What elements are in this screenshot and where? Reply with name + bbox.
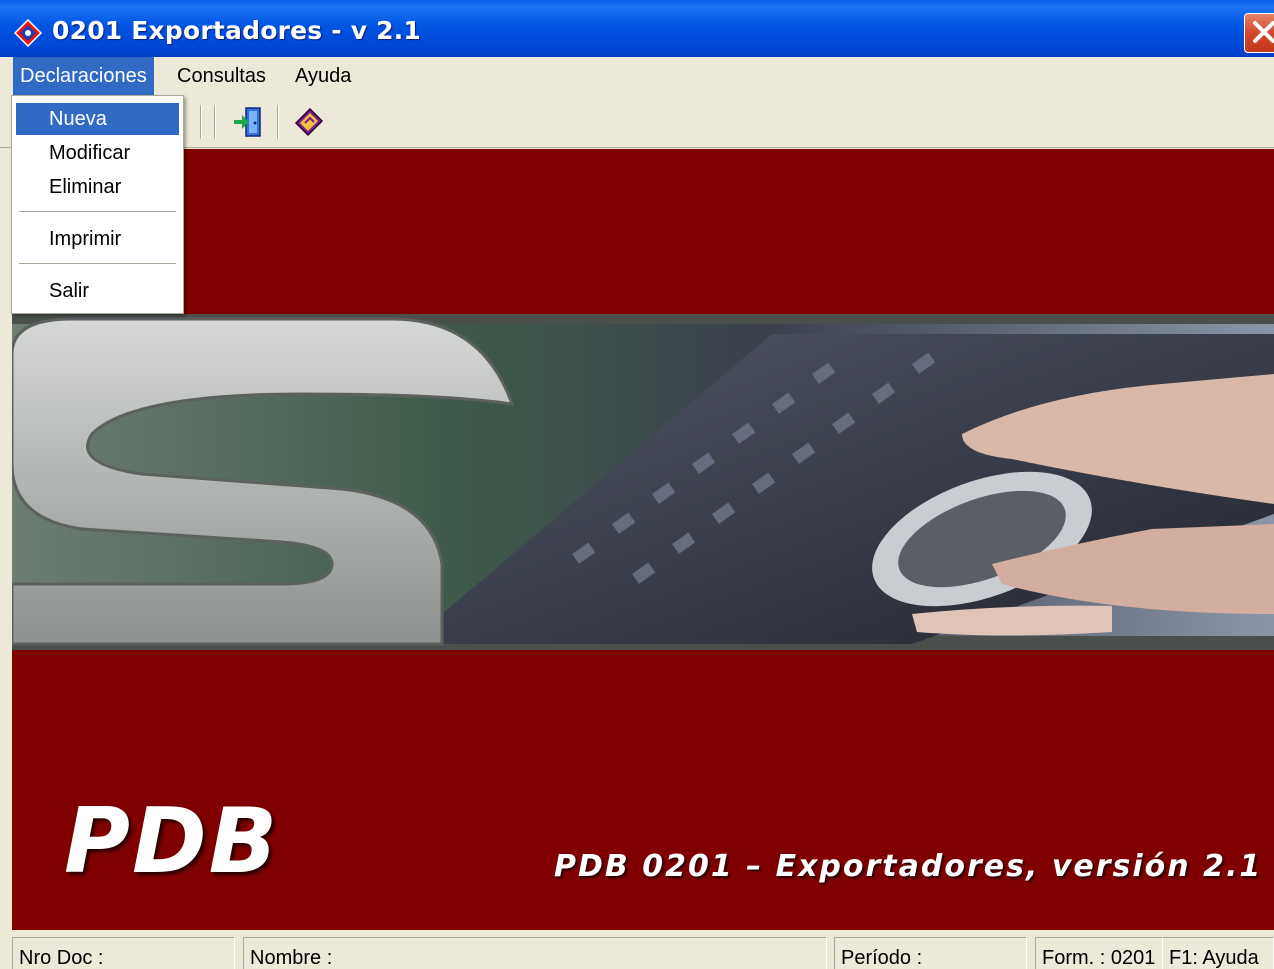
splash-tagline: PDB 0201 – Exportadores, versión 2.1 xyxy=(554,849,1263,884)
status-nombre: Nombre : xyxy=(243,937,827,969)
toolbar-separator xyxy=(277,105,279,139)
exit-door-icon xyxy=(234,107,261,137)
toolbar-separator xyxy=(200,105,202,139)
title-bar[interactable]: 0201 Exportadores - v 2.1 xyxy=(0,0,1274,57)
menu-item-nueva[interactable]: Nueva xyxy=(16,103,179,135)
help-book-icon xyxy=(294,107,324,137)
status-form: Form. : 0201 xyxy=(1035,937,1163,969)
status-help: F1: Ayuda xyxy=(1163,937,1274,969)
menu-item-imprimir[interactable]: Imprimir xyxy=(16,223,179,255)
pdb-logo: PDB xyxy=(64,789,280,894)
menu-declaraciones[interactable]: Declaraciones xyxy=(13,57,154,95)
menu-consultas[interactable]: Consultas xyxy=(170,57,273,95)
close-button[interactable] xyxy=(1244,13,1274,53)
help-button[interactable] xyxy=(292,105,326,139)
window-title: 0201 Exportadores - v 2.1 xyxy=(52,16,422,45)
menu-item-salir[interactable]: Salir xyxy=(16,275,179,307)
menu-bar: Declaraciones Consultas Ayuda xyxy=(0,57,1274,95)
menu-item-modificar[interactable]: Modificar xyxy=(16,137,179,169)
menu-ayuda[interactable]: Ayuda xyxy=(288,57,358,95)
toolbar-separator xyxy=(214,105,216,139)
declaraciones-dropdown: Nueva Modificar Eliminar Imprimir Salir xyxy=(11,95,184,314)
status-bar: Nro Doc : Nombre : Período : Form. : 020… xyxy=(0,933,1274,969)
menu-separator xyxy=(19,263,176,265)
close-icon xyxy=(1253,21,1274,43)
app-diamond-icon xyxy=(14,19,42,47)
exit-button[interactable] xyxy=(232,105,266,139)
menu-separator xyxy=(19,211,176,213)
toolbar xyxy=(0,95,1274,148)
banner-image xyxy=(12,314,1274,650)
app-window: 0201 Exportadores - v 2.1 Declaraciones … xyxy=(0,0,1274,969)
splash-area: PDB PDB 0201 – Exportadores, versión 2.1 xyxy=(12,149,1274,930)
menu-item-eliminar[interactable]: Eliminar xyxy=(16,171,179,203)
status-doc: Nro Doc : xyxy=(12,937,235,969)
status-periodo: Período : xyxy=(834,937,1027,969)
